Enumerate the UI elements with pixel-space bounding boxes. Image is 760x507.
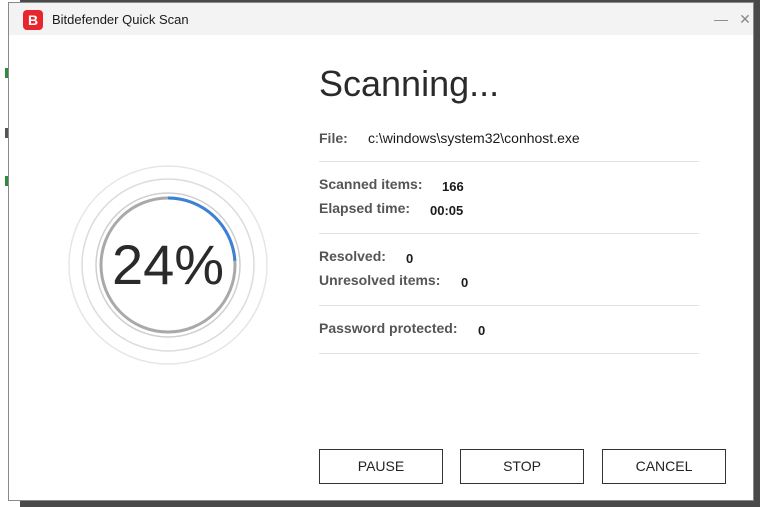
minimize-button[interactable]: — (709, 9, 733, 29)
stop-button[interactable]: STOP (460, 449, 584, 484)
divider (319, 305, 699, 306)
quick-scan-window: B Bitdefender Quick Scan — ✕ 24% Scannin… (8, 2, 754, 501)
scanned-items-value: 166 (442, 179, 464, 194)
elapsed-time-value: 00:05 (430, 203, 464, 218)
password-protected-label: Password protected: (319, 320, 458, 336)
divider (319, 353, 699, 354)
close-button[interactable]: ✕ (733, 9, 757, 29)
elapsed-time-label: Elapsed time: (319, 200, 411, 216)
divider (319, 161, 699, 162)
unresolved-items-value: 0 (461, 275, 469, 290)
file-label: File: (319, 130, 348, 146)
bitdefender-logo-icon: B (23, 10, 43, 30)
scan-progress-ring: 24% (67, 164, 269, 366)
resolved-label: Resolved: (319, 248, 386, 264)
password-protected-value: 0 (478, 323, 486, 338)
pause-button[interactable]: PAUSE (319, 449, 443, 484)
progress-percent: 24% (111, 233, 225, 296)
divider (319, 233, 699, 234)
resolved-value: 0 (406, 251, 414, 266)
cancel-button[interactable]: CANCEL (602, 449, 726, 484)
unresolved-items-label: Unresolved items: (319, 272, 441, 288)
window-title: Bitdefender Quick Scan (52, 12, 189, 27)
scanned-items-label: Scanned items: (319, 176, 423, 192)
scan-status-heading: Scanning... (319, 63, 500, 104)
title-bar: B Bitdefender Quick Scan — ✕ (9, 3, 753, 35)
file-path-value: c:\windows\system32\conhost.exe (368, 130, 580, 146)
